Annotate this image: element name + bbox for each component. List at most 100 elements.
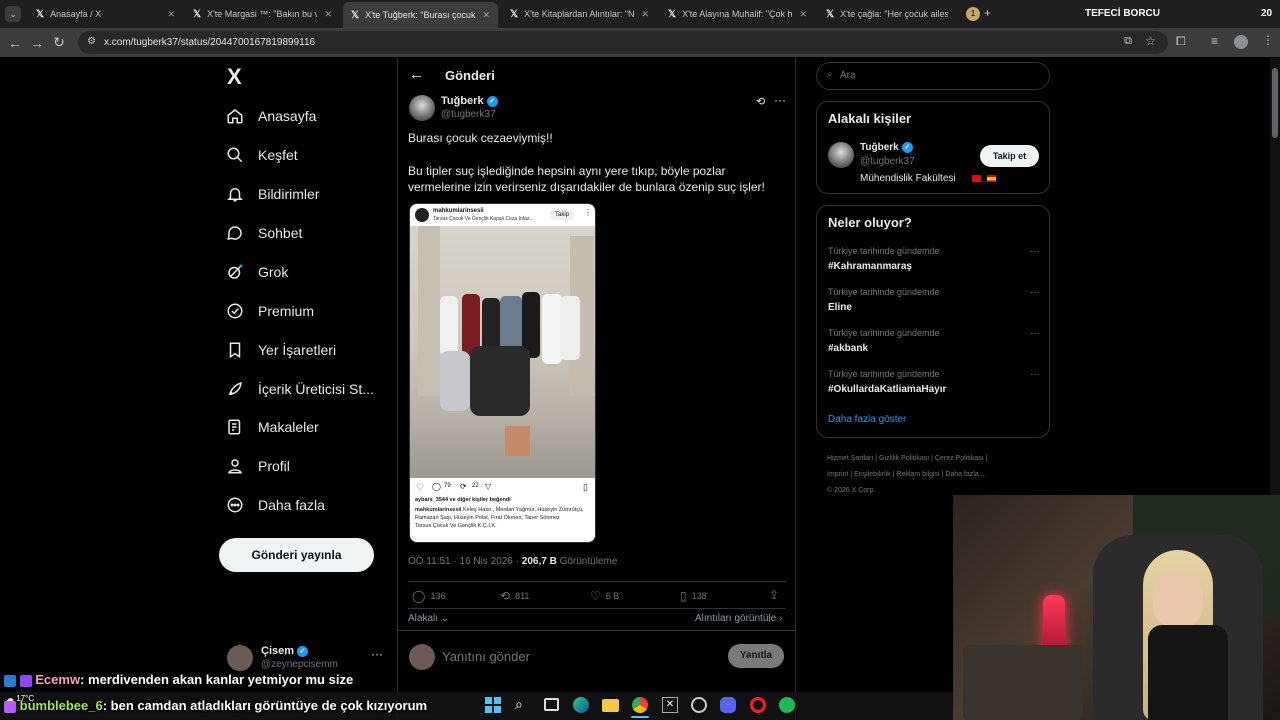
footer-link[interactable]: Imprint xyxy=(827,471,848,478)
view-quotes-label: Alıntıları görüntüle xyxy=(695,613,777,624)
footer-link[interactable]: Daha fazla ... xyxy=(945,471,986,478)
post-media[interactable]: mahkumlarinsesii Tarsus Çocuk Ve Gençlik… xyxy=(409,203,596,543)
nav-item-bookmarks[interactable]: Yer İşaretleri xyxy=(226,335,336,365)
more-dots-icon[interactable]: ··· xyxy=(774,93,786,107)
install-app-icon[interactable]: ⧉ xyxy=(1124,35,1132,48)
more-dots-icon[interactable]: ··· xyxy=(1030,246,1040,257)
nav-item-label: Daha fazla xyxy=(258,497,325,513)
search-box[interactable]: ⌕ Ara xyxy=(816,62,1050,90)
x-logo[interactable]: X xyxy=(227,64,242,90)
card-title: Alakalı kişiler xyxy=(828,111,912,126)
reply-input[interactable]: Yanıtını gönder xyxy=(442,649,530,664)
profile-avatar[interactable] xyxy=(1234,35,1248,49)
reply-button[interactable]: Yanıtla xyxy=(728,644,784,668)
steam-icon[interactable] xyxy=(691,697,707,713)
extensions-icon[interactable]: ⧠ xyxy=(1176,34,1186,49)
author-avatar[interactable] xyxy=(409,95,435,121)
address-bar[interactable]: ⚙ x.com/tugberk37/status/204470016781989… xyxy=(78,31,1168,54)
browser-menu-icon[interactable]: ⋮ xyxy=(1262,33,1274,47)
like-action[interactable]: ♡ 6 B xyxy=(590,589,619,603)
close-icon[interactable]: ✕ xyxy=(167,9,175,20)
browser-tab-active[interactable]: 𝕏 X'te Tuğberk: "Burası çocuk ceza ✕ xyxy=(343,2,498,28)
task-view-icon[interactable] xyxy=(544,698,559,711)
author-name[interactable]: Tuğberk ✓ xyxy=(441,95,498,107)
x-app-icon[interactable]: ✕ xyxy=(662,697,678,713)
related-person-name[interactable]: Tuğberk ✓ xyxy=(860,142,913,153)
opera-icon[interactable] xyxy=(750,697,766,713)
follow-button[interactable]: Takip et xyxy=(980,145,1039,167)
embed-caption-user: mahkumlarinsesii xyxy=(415,507,462,513)
trend-item[interactable]: Türkiye tarihinde gündemde Eline ··· xyxy=(828,287,1040,313)
view-quotes-link[interactable]: Alıntıları görüntüle › xyxy=(695,613,782,624)
back-arrow-icon[interactable]: ← xyxy=(409,66,424,83)
show-more-link[interactable]: Daha fazla göster xyxy=(828,414,906,425)
avatar[interactable] xyxy=(828,142,854,168)
reply-action[interactable]: ◯ 136 xyxy=(412,589,445,603)
flag-icon xyxy=(972,174,982,182)
nav-item-grok[interactable]: Grok xyxy=(226,257,288,287)
x-logo-icon: 𝕏 xyxy=(351,9,360,21)
browser-tab[interactable]: 𝕏 X'te çağla: "Her çocuk ailesinin xyxy=(818,4,968,24)
more-dots-icon[interactable]: ··· xyxy=(371,647,383,661)
post-button[interactable]: Gönderi yayınla xyxy=(219,538,374,572)
author-handle[interactable]: @tugberk37 xyxy=(441,109,496,120)
close-icon[interactable]: ✕ xyxy=(799,9,807,20)
grok-explain-icon[interactable]: ⟲ xyxy=(756,95,765,108)
edge-icon[interactable] xyxy=(573,697,589,713)
new-tab-button[interactable]: + xyxy=(984,6,991,20)
relevant-sort[interactable]: Alakalı ⌄ xyxy=(408,613,449,624)
nav-item-chat[interactable]: Sohbet xyxy=(226,218,302,248)
trend-item[interactable]: Türkiye tarihinde gündemde #Kahramanmara… xyxy=(828,246,1040,272)
footer-link[interactable]: Erişilebilirlik xyxy=(854,471,891,478)
chrome-icon[interactable] xyxy=(632,697,648,713)
post-meta: ÖÖ 11:51 · 16 Nis 2026 · 206,7 B Görüntü… xyxy=(408,556,617,567)
forward-icon[interactable]: → xyxy=(26,35,48,51)
browser-tab[interactable]: 𝕏 X'te Margasi ™: "Bakın bu video ✕ xyxy=(185,4,340,24)
taskbar-search-icon[interactable]: ⌕ xyxy=(515,696,523,713)
tab-search-button[interactable]: ⌄ xyxy=(5,6,21,22)
related-people-card: Alakalı kişiler Tuğberk ✓ @tugberk37 Mühe… xyxy=(816,101,1050,194)
discord-icon[interactable] xyxy=(720,697,736,713)
more-dots-icon[interactable]: ··· xyxy=(1030,369,1040,380)
bookmark-action[interactable]: ▯ 138 xyxy=(680,589,707,603)
trend-item[interactable]: Türkiye tarihinde gündemde #akbank ··· xyxy=(828,328,1040,354)
nav-item-explore[interactable]: Keşfet xyxy=(226,140,298,170)
close-icon[interactable]: ✕ xyxy=(641,9,649,20)
embed-caption-text2: Ramazan Şaşi, Hüseyin Polat, Fırat Ökmen… xyxy=(415,515,560,521)
more-dots-icon[interactable]: ··· xyxy=(1030,287,1040,298)
close-icon[interactable]: ✕ xyxy=(482,10,490,21)
footer-link[interactable]: Reklam bilgisi xyxy=(896,471,939,478)
footer-link[interactable]: Çerez Politikası xyxy=(935,455,984,462)
footer-link[interactable]: Hizmet Şartları xyxy=(827,455,873,462)
browser-tab[interactable]: 𝕏 Anasayfa / X ✕ xyxy=(28,4,183,24)
account-switcher[interactable]: Çisem ✓ @zeynepcisemm ··· xyxy=(225,643,385,673)
browser-tab[interactable]: 𝕏 X'te Kitaplardan Alıntılar: "Neyi ✕ xyxy=(502,4,657,24)
file-explorer-icon[interactable] xyxy=(602,699,619,712)
nav-item-premium[interactable]: Premium xyxy=(226,296,314,326)
close-icon[interactable]: ✕ xyxy=(324,9,332,20)
x-logo-icon: 𝕏 xyxy=(668,8,677,20)
nav-item-notifications[interactable]: Bildirimler xyxy=(226,179,319,209)
site-info-icon[interactable]: ⚙ xyxy=(87,36,96,47)
nav-item-profile[interactable]: Profil xyxy=(226,451,290,481)
trend-item[interactable]: Türkiye tarihinde gündemde #OkullardaKat… xyxy=(828,369,1040,395)
more-dots-icon[interactable]: ··· xyxy=(1030,328,1040,339)
repost-count: 811 xyxy=(515,591,530,601)
nav-item-articles[interactable]: Makaleler xyxy=(226,412,319,442)
browser-tab[interactable]: 𝕏 X'te Alayına Muhalif: "Çok haklı ✕ xyxy=(660,4,815,24)
back-icon[interactable]: ← xyxy=(4,35,26,51)
windows-start-icon[interactable] xyxy=(485,697,501,713)
trend-category: Türkiye tarihinde gündemde xyxy=(828,287,940,297)
nav-item-creator-studio[interactable]: İçerik Üreticisi St... xyxy=(226,374,374,404)
footer-link[interactable]: Gizlilik Politikası xyxy=(879,455,929,462)
reading-list-icon[interactable]: ≡ xyxy=(1211,34,1218,48)
bookmark-star-icon[interactable]: ☆ xyxy=(1145,34,1156,48)
repost-action[interactable]: ⟲ 811 xyxy=(500,589,529,603)
scrollbar-thumb[interactable] xyxy=(1272,68,1278,138)
nav-item-home[interactable]: Anasayfa xyxy=(226,101,316,131)
post-timestamp[interactable]: ÖÖ 11:51 · 16 Nis 2026 · xyxy=(408,556,522,567)
spotify-icon[interactable] xyxy=(779,697,795,713)
share-icon[interactable]: ⇪ xyxy=(769,588,779,602)
reload-icon[interactable]: ↻ xyxy=(48,34,70,51)
nav-item-more[interactable]: Daha fazla xyxy=(226,490,325,520)
